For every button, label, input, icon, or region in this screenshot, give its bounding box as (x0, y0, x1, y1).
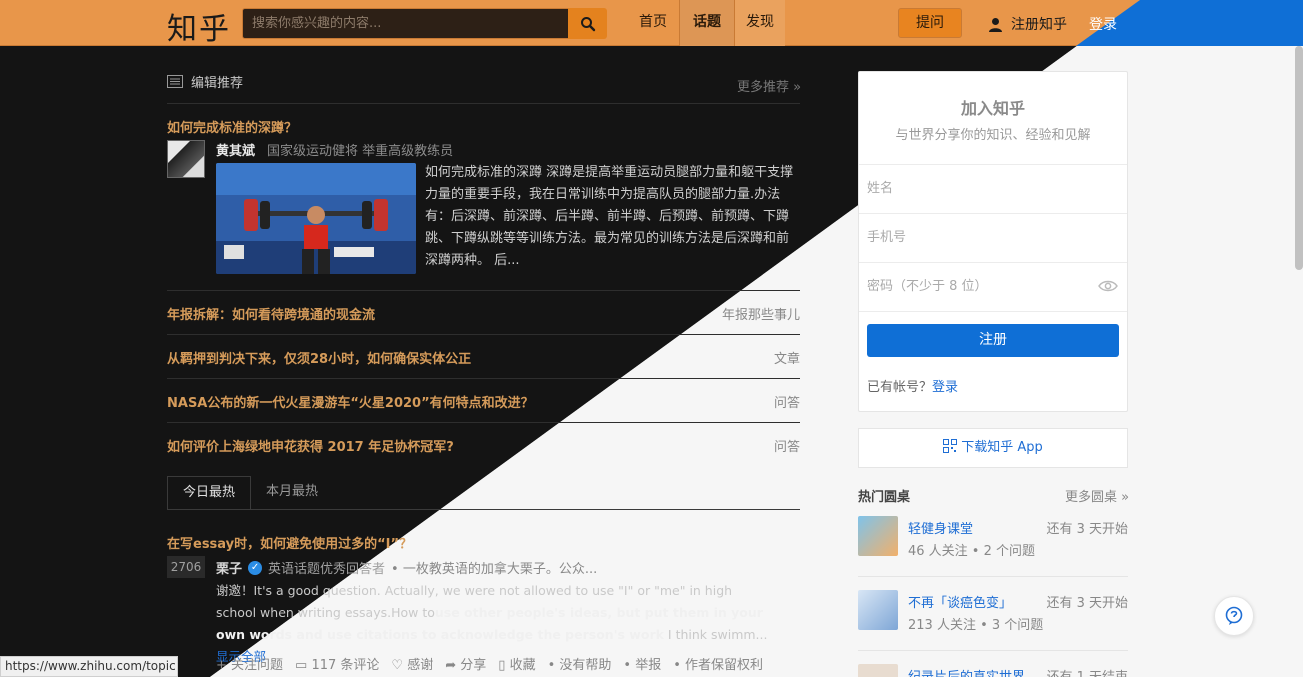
list-item-tag[interactable]: 年报那些事儿 (700, 304, 800, 323)
answer-author-bio: 英语话题优秀回答者 (268, 562, 386, 577)
answer-actions: + 关注问题 ▭ 117 条评论 ♡ 感谢 ➦ 分享 ▯ 收藏 • 没有帮助 •… (216, 654, 763, 673)
phone-field[interactable]: 手机号 (859, 213, 1127, 262)
featured-excerpt[interactable]: 如何完成标准的深蹲 深蹲是提高举重运动员腿部力量和躯干支撑力量的重要手段，我在日… (425, 162, 800, 272)
more-roundtable-link[interactable]: 更多圆桌 » (1065, 486, 1129, 505)
signup-label: 注册知乎 (1011, 17, 1067, 33)
have-account-label: 已有帐号？ (867, 380, 933, 395)
hot-question-title[interactable]: 在写essay时，如何避免使用过多的“I”？ (167, 533, 412, 552)
report-action[interactable]: • 举报 (623, 654, 661, 673)
list-item-title[interactable]: NASA公布的新一代火星漫游车“火星2020”有何特点和改进？ (167, 392, 534, 411)
nav-home[interactable]: 首页 (628, 0, 678, 46)
collect-action[interactable]: ▯ 收藏 (498, 654, 535, 673)
download-app-label: 下载知乎 App (961, 440, 1043, 455)
list-item-title[interactable]: 从羁押到判决下来，仅须28小时，如何确保实体公正 (167, 348, 471, 367)
divider (167, 103, 800, 104)
roundtable-item[interactable]: 轻健身课堂 46 人关注 • 2 个问题 还有 3 天开始 (858, 516, 1128, 576)
roundtable-stats: 213 人关注 • 3 个问题 (908, 618, 1044, 633)
roundtable-thumbnail (858, 664, 898, 677)
signup-link[interactable]: 注册知乎 (988, 14, 1067, 34)
featured-thumbnail[interactable] (216, 163, 416, 274)
not-helpful-action[interactable]: • 没有帮助 (548, 654, 612, 673)
more-recommendations-link[interactable]: 更多推荐 » (737, 76, 801, 95)
tab-today-hot[interactable]: 今日最热 (167, 476, 252, 510)
scrollbar[interactable] (1295, 46, 1303, 270)
roundtable-when: 还有 1 天结束 (1046, 666, 1128, 677)
list-item-title[interactable]: 年报拆解：如何看待跨境通的现金流 (167, 304, 375, 323)
roundtable-when: 还有 3 天开始 (1046, 522, 1128, 537)
roundtable-thumbnail (858, 516, 898, 556)
comments-action[interactable]: ▭ 117 条评论 (295, 654, 379, 673)
divider (167, 422, 800, 423)
have-account-text: 已有帐号？登录 (867, 376, 958, 395)
nav-topics[interactable]: 话题 (679, 0, 735, 46)
answer-author-bio-tail: • 一枚教英语的加拿大栗子。公众... (391, 562, 598, 577)
user-icon (989, 17, 1002, 32)
editor-picks-header: 编辑推荐 (167, 72, 243, 91)
status-bar-url: https://www.zhihu.com/topic (0, 656, 178, 677)
roundtable-when: 还有 3 天开始 (1046, 596, 1128, 611)
divider (167, 334, 800, 335)
password-field[interactable]: 密码（不少于 8 位） (859, 262, 1127, 311)
vote-count[interactable]: 2706 (167, 556, 205, 578)
divider (858, 576, 1128, 577)
collect-label: 收藏 (509, 658, 536, 673)
author-name[interactable]: 黄其斌 (216, 140, 255, 159)
answer-author-name[interactable]: 栗子 (216, 558, 242, 577)
featured-question-title[interactable]: 如何完成标准的深蹲？ (167, 117, 297, 136)
roundtable-thumbnail (858, 590, 898, 630)
name-field[interactable]: 姓名 (859, 164, 1127, 213)
roundtable-item[interactable]: 纪录片后的真实世界 还有 1 天结束 (858, 664, 1128, 677)
login-link-sidebar[interactable]: 登录 (932, 380, 958, 395)
divider (167, 290, 800, 291)
nav-discover[interactable]: 发现 (735, 0, 785, 46)
download-app-button[interactable]: 下载知乎 App (858, 428, 1128, 468)
author-bio: 国家级运动健将 举重高级教练员 (267, 144, 454, 159)
share-action[interactable]: ➦ 分享 (445, 654, 486, 673)
join-subtitle: 与世界分享你的知识、经验和见解 (895, 128, 1091, 143)
roundtable-name[interactable]: 纪录片后的真实世界 (908, 666, 1025, 677)
hot-roundtable-title: 热门圆桌 (858, 490, 911, 505)
login-link[interactable]: 登录 (1089, 14, 1117, 34)
help-button[interactable] (1214, 596, 1254, 636)
roundtable-item[interactable]: 不再「谈癌色变」 213 人关注 • 3 个问题 还有 3 天开始 (858, 590, 1128, 650)
answer-text-tail: I think swimm... (667, 627, 768, 642)
share-label: 分享 (460, 658, 487, 673)
list-item-tag[interactable]: 问答 (700, 392, 800, 411)
tabs-underline (167, 509, 800, 510)
follow-question-action[interactable]: + 关注问题 (216, 654, 283, 673)
verified-badge-icon: ✓ (248, 560, 263, 575)
author-avatar[interactable] (167, 140, 205, 178)
search-input[interactable]: 搜索你感兴趣的内容... (242, 8, 569, 39)
join-title: 加入知乎 (960, 99, 1025, 118)
copyright-note: • 作者保留权利 (673, 658, 764, 673)
signup-button[interactable]: 注册 (867, 324, 1119, 357)
roundtable-name[interactable]: 轻健身课堂 (908, 518, 973, 537)
eye-icon[interactable] (1098, 279, 1118, 293)
search-button[interactable] (568, 8, 607, 39)
author-row: 黄其斌 国家级运动健将 举重高级教练员 (216, 140, 453, 159)
section-title: 编辑推荐 (191, 76, 244, 91)
thanks-action[interactable]: ♡ 感谢 (391, 654, 433, 673)
roundtable-stats: 46 人关注 • 2 个问题 (908, 544, 1036, 559)
answer-author-row: 栗子 ✓ 英语话题优秀回答者 • 一枚教英语的加拿大栗子。公众... (216, 558, 597, 577)
qr-code-icon (943, 439, 958, 453)
thanks-label: 感谢 (407, 658, 434, 673)
field-divider (859, 311, 1127, 312)
divider (167, 378, 800, 379)
list-item-tag[interactable]: 文章 (700, 348, 800, 367)
hot-tabs: 今日最热 本月最热 (167, 476, 333, 510)
comments-label: 117 条评论 (311, 658, 380, 673)
list-item-tag[interactable]: 问答 (700, 436, 800, 455)
list-icon (167, 75, 183, 88)
ask-button[interactable]: 提问 (898, 8, 962, 38)
zhihu-logo[interactable]: 知乎 (167, 4, 231, 48)
search-icon (580, 16, 595, 31)
help-chat-icon (1225, 606, 1243, 625)
divider (858, 650, 1128, 651)
list-item-title[interactable]: 如何评价上海绿地申花获得 2017 年足协杯冠军? (167, 436, 454, 455)
roundtable-name[interactable]: 不再「谈癌色变」 (908, 592, 1012, 611)
tab-month-hot[interactable]: 本月最热 (251, 476, 333, 510)
